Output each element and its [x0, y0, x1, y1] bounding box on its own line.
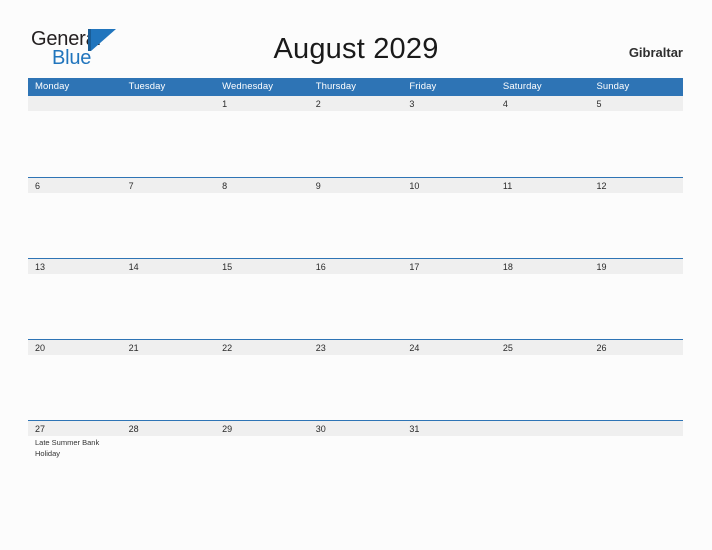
- day-cell[interactable]: 24: [402, 340, 496, 420]
- day-number: 5: [596, 99, 602, 109]
- day-cell[interactable]: 19: [589, 259, 684, 339]
- day-number: 18: [502, 262, 513, 272]
- day-number: 2: [315, 99, 321, 109]
- day-number: 28: [128, 424, 139, 434]
- calendar-page: General Blue August 2029 Gibraltar Monda…: [0, 0, 712, 550]
- day-cell[interactable]: 29: [215, 421, 309, 501]
- day-number: 22: [222, 343, 233, 353]
- day-number: 10: [409, 181, 420, 191]
- day-cell[interactable]: 15: [215, 259, 309, 339]
- day-number: 19: [596, 262, 607, 272]
- day-cell[interactable]: 1: [215, 96, 309, 176]
- day-cell[interactable]: 17: [402, 259, 496, 339]
- day-cell[interactable]: 21: [121, 340, 216, 420]
- day-cell[interactable]: 4: [495, 96, 590, 176]
- day-number: 30: [315, 424, 326, 434]
- day-cell[interactable]: [495, 421, 590, 501]
- day-cell[interactable]: 3: [402, 96, 496, 176]
- day-cell[interactable]: [589, 421, 684, 501]
- day-cell[interactable]: [121, 96, 216, 176]
- calendar-week-row: 1 2 3 4 5: [28, 96, 684, 177]
- day-number: 31: [409, 424, 420, 434]
- day-cell[interactable]: 25: [495, 340, 590, 420]
- day-cell[interactable]: 23: [308, 340, 403, 420]
- weekday-header-wednesday: Wednesday: [222, 81, 274, 92]
- day-number: 23: [315, 343, 326, 353]
- day-cell[interactable]: 2: [308, 96, 403, 176]
- weekday-header-thursday: Thursday: [315, 81, 357, 92]
- day-number: 25: [502, 343, 513, 353]
- day-cell[interactable]: 31: [402, 421, 496, 501]
- day-cell[interactable]: 26: [589, 340, 684, 420]
- day-number: 20: [35, 343, 46, 353]
- day-number: 4: [502, 99, 508, 109]
- day-number: 26: [596, 343, 607, 353]
- day-number: 16: [315, 262, 326, 272]
- day-number: 21: [128, 343, 139, 353]
- day-number: 13: [35, 262, 46, 272]
- day-cell[interactable]: 11: [495, 178, 590, 258]
- day-cell[interactable]: 6: [28, 178, 122, 258]
- day-number: 27: [35, 424, 46, 434]
- day-cell[interactable]: 30: [308, 421, 403, 501]
- day-number: 24: [409, 343, 420, 353]
- page-title: August 2029: [273, 33, 439, 65]
- day-cell[interactable]: 28: [121, 421, 216, 501]
- day-cell[interactable]: 10: [402, 178, 496, 258]
- weekday-header-sunday: Sunday: [596, 81, 630, 92]
- weekday-header-saturday: Saturday: [502, 81, 542, 92]
- day-cell[interactable]: 16: [308, 259, 403, 339]
- day-number: 3: [409, 99, 415, 109]
- weekday-header-friday: Friday: [409, 81, 437, 92]
- day-cell[interactable]: 18: [495, 259, 590, 339]
- day-number: 9: [315, 181, 321, 191]
- calendar-grid: Monday Tuesday Wednesday Thursday Friday…: [28, 78, 684, 501]
- calendar-week-row: 13 14 15 16 17 18 19: [28, 258, 684, 339]
- day-number: 17: [409, 262, 420, 272]
- calendar-week-row: 20 21 22 23 24 25 26: [28, 339, 684, 420]
- day-cell[interactable]: 12: [589, 178, 684, 258]
- page-header: General Blue August 2029 Gibraltar: [0, 0, 712, 78]
- day-number: 14: [128, 262, 139, 272]
- day-number: 8: [222, 181, 228, 191]
- day-cell[interactable]: 20: [28, 340, 122, 420]
- day-events: Late Summer Bank Holiday: [35, 438, 118, 459]
- day-cell[interactable]: 9: [308, 178, 403, 258]
- day-number: 6: [35, 181, 41, 191]
- calendar-week-row: 27 Late Summer Bank Holiday 28 29 30 31: [28, 420, 684, 501]
- day-number: 12: [596, 181, 607, 191]
- day-number: 7: [128, 181, 134, 191]
- day-cell[interactable]: 27 Late Summer Bank Holiday: [28, 421, 122, 501]
- day-number: 1: [222, 99, 228, 109]
- day-cell[interactable]: [28, 96, 122, 176]
- day-cell[interactable]: 14: [121, 259, 216, 339]
- day-cell[interactable]: 13: [28, 259, 122, 339]
- weekday-header-monday: Monday: [35, 81, 70, 92]
- day-cell[interactable]: 5: [589, 96, 684, 176]
- calendar-week-row: 6 7 8 9 10 11 12: [28, 177, 684, 258]
- location-label: Gibraltar: [628, 45, 683, 60]
- weekday-header-tuesday: Tuesday: [128, 81, 166, 92]
- day-cell[interactable]: 8: [215, 178, 309, 258]
- day-number: 11: [502, 181, 513, 191]
- day-cell[interactable]: 22: [215, 340, 309, 420]
- weekday-header-row: Monday Tuesday Wednesday Thursday Friday…: [28, 78, 683, 96]
- day-event: Late Summer Bank Holiday: [35, 438, 100, 458]
- day-cell[interactable]: 7: [121, 178, 216, 258]
- day-number: 15: [222, 262, 233, 272]
- day-number: 29: [222, 424, 233, 434]
